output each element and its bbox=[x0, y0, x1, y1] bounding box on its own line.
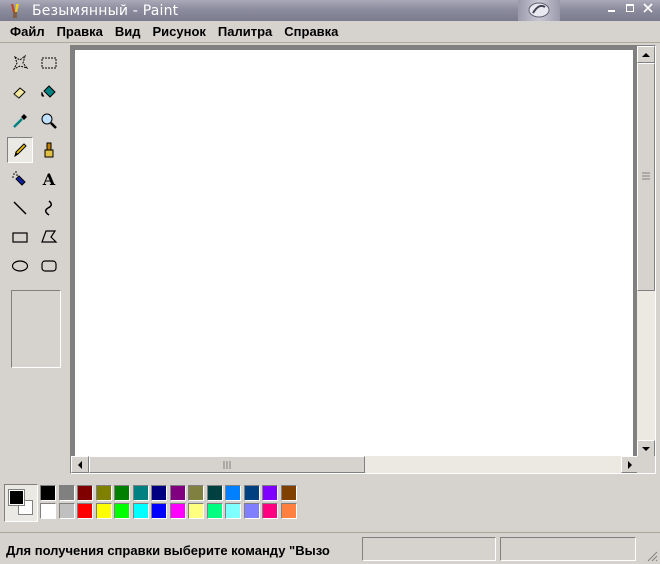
scroll-up-button[interactable] bbox=[637, 46, 655, 63]
window-title: Безымянный - Paint bbox=[32, 2, 179, 19]
select-icon[interactable] bbox=[36, 50, 62, 76]
palette-swatch[interactable] bbox=[169, 485, 186, 501]
menu-help[interactable]: Справка bbox=[278, 24, 344, 39]
ellipse-icon[interactable] bbox=[7, 253, 33, 279]
palette-swatch[interactable] bbox=[280, 485, 297, 501]
scroll-down-button[interactable] bbox=[637, 440, 655, 457]
free-form-select-icon[interactable] bbox=[7, 50, 33, 76]
pencil-icon[interactable] bbox=[7, 137, 33, 163]
magnifier-icon[interactable] bbox=[36, 108, 62, 134]
arrow-left-icon bbox=[78, 460, 82, 469]
palette-swatch[interactable] bbox=[188, 485, 204, 501]
grip-icon bbox=[223, 461, 231, 469]
palette-swatch[interactable] bbox=[262, 485, 278, 501]
palette-swatch[interactable] bbox=[77, 503, 93, 519]
palette-swatch[interactable] bbox=[58, 485, 75, 501]
line-icon[interactable] bbox=[7, 195, 33, 221]
vertical-scrollbar[interactable] bbox=[637, 46, 655, 457]
palette-swatch[interactable] bbox=[132, 503, 149, 519]
xp-flag-ornament bbox=[518, 0, 560, 21]
grip-icon bbox=[642, 172, 650, 180]
palette-swatch[interactable] bbox=[225, 503, 241, 519]
palette-swatch[interactable] bbox=[40, 503, 56, 519]
menu-image[interactable]: Рисунок bbox=[146, 24, 211, 39]
palette-swatch[interactable] bbox=[40, 485, 56, 501]
current-colors[interactable] bbox=[4, 484, 38, 522]
toolbox: A bbox=[2, 46, 68, 376]
horizontal-scroll-thumb[interactable] bbox=[89, 456, 365, 473]
palette-swatch[interactable] bbox=[77, 485, 93, 501]
paint-app-icon[interactable] bbox=[6, 2, 24, 20]
palette-swatch[interactable] bbox=[114, 503, 130, 519]
palette-swatch[interactable] bbox=[225, 485, 241, 501]
status-text: Для получения справки выберите команду "… bbox=[6, 543, 330, 558]
menu-file[interactable]: Файл bbox=[4, 24, 51, 39]
scroll-corner bbox=[637, 456, 655, 473]
status-pane-size bbox=[500, 537, 636, 561]
arrow-up-icon bbox=[642, 52, 650, 57]
palette-swatch[interactable] bbox=[132, 485, 149, 501]
foreground-color[interactable] bbox=[8, 489, 25, 506]
palette-swatch[interactable] bbox=[151, 503, 167, 519]
color-picker-icon[interactable] bbox=[7, 108, 33, 134]
palette-swatch[interactable] bbox=[151, 485, 167, 501]
vertical-scroll-thumb[interactable] bbox=[637, 63, 655, 291]
status-bar: Для получения справки выберите команду "… bbox=[0, 532, 660, 564]
arrow-right-icon bbox=[628, 460, 632, 469]
minimize-button[interactable] bbox=[604, 3, 620, 17]
menu-colors[interactable]: Палитра bbox=[212, 24, 278, 39]
drawing-canvas[interactable] bbox=[75, 50, 633, 458]
fill-bucket-icon[interactable] bbox=[36, 79, 62, 105]
arrow-down-icon bbox=[642, 446, 650, 451]
canvas-area bbox=[70, 45, 656, 474]
palette-swatch[interactable] bbox=[169, 503, 186, 519]
palette-swatch[interactable] bbox=[280, 503, 297, 519]
title-bar[interactable]: Безымянный - Paint bbox=[0, 0, 660, 21]
rounded-rectangle-icon[interactable] bbox=[36, 253, 62, 279]
text-tool-glyph: A bbox=[42, 169, 56, 189]
polygon-icon[interactable] bbox=[36, 224, 62, 250]
rectangle-icon[interactable] bbox=[7, 224, 33, 250]
close-button[interactable] bbox=[640, 3, 656, 17]
curve-icon[interactable] bbox=[36, 195, 62, 221]
palette-swatch[interactable] bbox=[206, 503, 223, 519]
palette-swatch[interactable] bbox=[114, 485, 130, 501]
resize-grip-icon[interactable] bbox=[646, 550, 658, 562]
palette-swatch[interactable] bbox=[243, 485, 260, 501]
palette-swatch[interactable] bbox=[58, 503, 75, 519]
airbrush-icon[interactable] bbox=[7, 166, 33, 192]
menu-view[interactable]: Вид bbox=[109, 24, 147, 39]
brush-icon[interactable] bbox=[36, 137, 62, 163]
maximize-button[interactable] bbox=[622, 3, 638, 17]
color-palette bbox=[4, 484, 304, 522]
text-icon[interactable]: A bbox=[36, 166, 62, 192]
horizontal-scrollbar[interactable] bbox=[71, 456, 639, 473]
status-pane-coords bbox=[362, 537, 496, 561]
palette-swatch[interactable] bbox=[243, 503, 260, 519]
menu-edit[interactable]: Правка bbox=[51, 24, 109, 39]
scroll-left-button[interactable] bbox=[71, 456, 89, 473]
palette-swatch[interactable] bbox=[262, 503, 278, 519]
palette-swatch[interactable] bbox=[95, 503, 112, 519]
menu-bar: Файл Правка Вид Рисунок Палитра Справка bbox=[0, 21, 660, 43]
palette-swatch[interactable] bbox=[95, 485, 112, 501]
tool-options-box[interactable] bbox=[11, 290, 61, 368]
eraser-icon[interactable] bbox=[7, 79, 33, 105]
palette-swatch[interactable] bbox=[188, 503, 204, 519]
palette-swatch[interactable] bbox=[206, 485, 223, 501]
